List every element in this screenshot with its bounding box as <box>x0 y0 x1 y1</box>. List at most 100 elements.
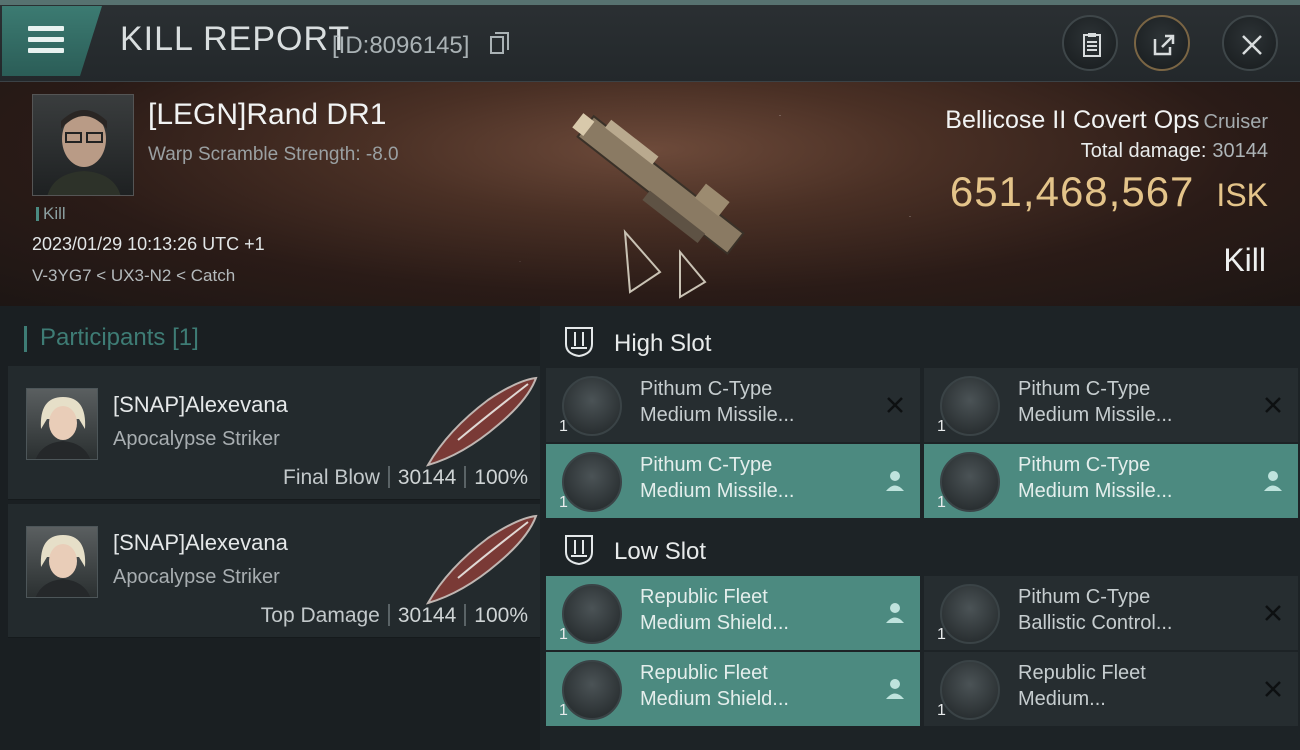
ship-name[interactable]: Bellicose II Covert Ops Cruiser <box>945 106 1268 135</box>
module-name-line1: Republic Fleet <box>640 586 768 608</box>
isk-unit: ISK <box>1216 177 1268 213</box>
ballistic-control-icon <box>940 584 1000 644</box>
module-name-line2: Ballistic Control... <box>1018 612 1173 634</box>
ship-name-text: Bellicose II Covert Ops <box>945 106 1200 134</box>
module-item[interactable]: 1 Pithum C-Type Ballistic Control... <box>924 576 1298 650</box>
result-label: Kill <box>1223 242 1266 278</box>
module-name-line1: Pithum C-Type <box>1018 586 1151 608</box>
module-name-line2: Medium Missile... <box>1018 480 1173 502</box>
low-slot-icon <box>565 535 593 566</box>
module-qty: 1 <box>937 702 946 719</box>
module-name-line2: Medium Missile... <box>640 404 795 426</box>
dropped-person-icon <box>886 603 904 623</box>
module-name-line1: Pithum C-Type <box>640 378 773 400</box>
victim-subtext: Warp Scramble Strength: -8.0 <box>148 144 399 165</box>
close-button[interactable] <box>1222 15 1278 71</box>
participant-name[interactable]: [SNAP]Alexevana <box>113 530 288 556</box>
total-damage-label: Total damage: <box>1080 140 1207 162</box>
module-name-line1: Republic Fleet <box>640 662 768 684</box>
module-qty: 1 <box>937 494 946 511</box>
module-qty: 1 <box>937 626 946 643</box>
menu-icon <box>28 26 64 54</box>
total-damage-value: 30144 <box>1212 140 1268 162</box>
menu-button[interactable] <box>2 6 102 76</box>
clipboard-button[interactable] <box>1062 15 1118 71</box>
dropped-person-icon <box>1264 471 1282 491</box>
module-item[interactable]: 1 Pithum C-Type Medium Missile... <box>546 368 920 442</box>
module-name-line2: Medium Shield... <box>640 688 789 710</box>
participant-ship: Apocalypse Striker <box>113 428 280 450</box>
destroyed-icon <box>1265 397 1281 413</box>
low-slot-label: Low Slot <box>614 538 707 565</box>
participant-name[interactable]: [SNAP]Alexevana <box>113 392 288 418</box>
participant-ship-image <box>425 514 538 605</box>
clipboard-icon <box>1083 33 1101 57</box>
shield-extender-icon <box>940 660 1000 720</box>
module-name-line1: Pithum C-Type <box>1018 378 1151 400</box>
participants-count: [1] <box>172 324 199 351</box>
module-name-line2: Medium Missile... <box>1018 404 1173 426</box>
module-item[interactable]: 1 Pithum C-Type Medium Missile... <box>924 444 1298 518</box>
missile-launcher-icon <box>562 376 622 436</box>
fitting-panel: High Slot 1 Pithum C-Type Medium Missile.… <box>540 306 1300 750</box>
module-item[interactable]: 1 Republic Fleet Medium Shield... <box>546 576 920 650</box>
participant-percent: 100% <box>474 466 528 489</box>
module-qty: 1 <box>559 626 568 643</box>
high-slot-icon <box>565 327 593 358</box>
participant-role: Final Blow <box>283 466 380 489</box>
destroyed-icon <box>1265 681 1281 697</box>
copy-icon[interactable] <box>490 32 509 54</box>
missile-launcher-icon <box>940 376 1000 436</box>
low-slot-header: Low Slot <box>540 520 1300 576</box>
kill-tag: Kill <box>36 204 66 224</box>
shield-module-icon <box>562 660 622 720</box>
module-qty: 1 <box>559 702 568 719</box>
participant-avatar <box>26 388 98 460</box>
victim-avatar[interactable] <box>32 94 134 196</box>
participant-avatar <box>26 526 98 598</box>
shield-module-icon <box>562 584 622 644</box>
victim-name[interactable]: [LEGN]Rand DR1 <box>148 98 386 132</box>
module-qty: 1 <box>937 418 946 435</box>
kill-banner: [LEGN]Rand DR1 Warp Scramble Strength: -… <box>0 82 1300 306</box>
kill-location: V-3YG7 < UX3-N2 < Catch <box>32 266 236 285</box>
module-item[interactable]: 1 Pithum C-Type Medium Missile... <box>924 368 1298 442</box>
module-qty: 1 <box>559 494 568 511</box>
module-name-line2: Medium Shield... <box>640 612 789 634</box>
kill-datetime: 2023/01/29 10:13:26 UTC +1 <box>32 234 265 254</box>
module-qty: 1 <box>559 418 568 435</box>
page-title: KILL REPORT <box>120 20 351 58</box>
participants-title: Participants [1] <box>24 324 199 352</box>
participant-damage: 30144 <box>397 466 457 489</box>
header-bar: KILL REPORT [ID:8096145] <box>0 0 1300 82</box>
dropped-person-icon <box>886 679 904 699</box>
participants-panel: Participants [1] [SNAP]Alexevana Apocaly… <box>0 306 540 750</box>
share-icon <box>1153 34 1175 56</box>
isk-amount: 651,468,567 <box>949 168 1195 215</box>
participant-stats: Final Blow 30144 100% <box>283 466 528 490</box>
total-damage: Total damage: 30144 <box>1081 140 1268 163</box>
victim-ship-image <box>572 113 745 299</box>
participant-damage: 30144 <box>397 604 457 627</box>
module-name-line1: Republic Fleet <box>1018 662 1146 684</box>
participant-role: Top Damage <box>260 604 380 627</box>
participant-card[interactable]: [SNAP]Alexevana Apocalypse Striker Final… <box>8 366 540 500</box>
share-button[interactable] <box>1134 15 1190 71</box>
destroyed-icon <box>887 397 903 413</box>
module-name-line2: Medium... <box>1018 688 1106 710</box>
participant-card[interactable]: [SNAP]Alexevana Apocalypse Striker Top D… <box>8 504 540 638</box>
module-name-line2: Medium Missile... <box>640 480 795 502</box>
module-item[interactable]: 1 Republic Fleet Medium... <box>924 652 1298 726</box>
module-name-line1: Pithum C-Type <box>1018 454 1151 476</box>
high-slot-label: High Slot <box>614 330 712 357</box>
dropped-person-icon <box>886 471 904 491</box>
missile-launcher-icon <box>562 452 622 512</box>
module-item[interactable]: 1 Pithum C-Type Medium Missile... <box>546 444 920 518</box>
participant-stats: Top Damage 30144 100% <box>261 604 528 628</box>
report-id: [ID:8096145] <box>332 32 470 59</box>
high-slot-header: High Slot <box>540 312 1300 368</box>
isk-value: 651,468,567 ISK <box>950 168 1268 216</box>
close-icon <box>1242 35 1262 55</box>
participant-ship-image <box>425 376 538 467</box>
module-item[interactable]: 1 Republic Fleet Medium Shield... <box>546 652 920 726</box>
